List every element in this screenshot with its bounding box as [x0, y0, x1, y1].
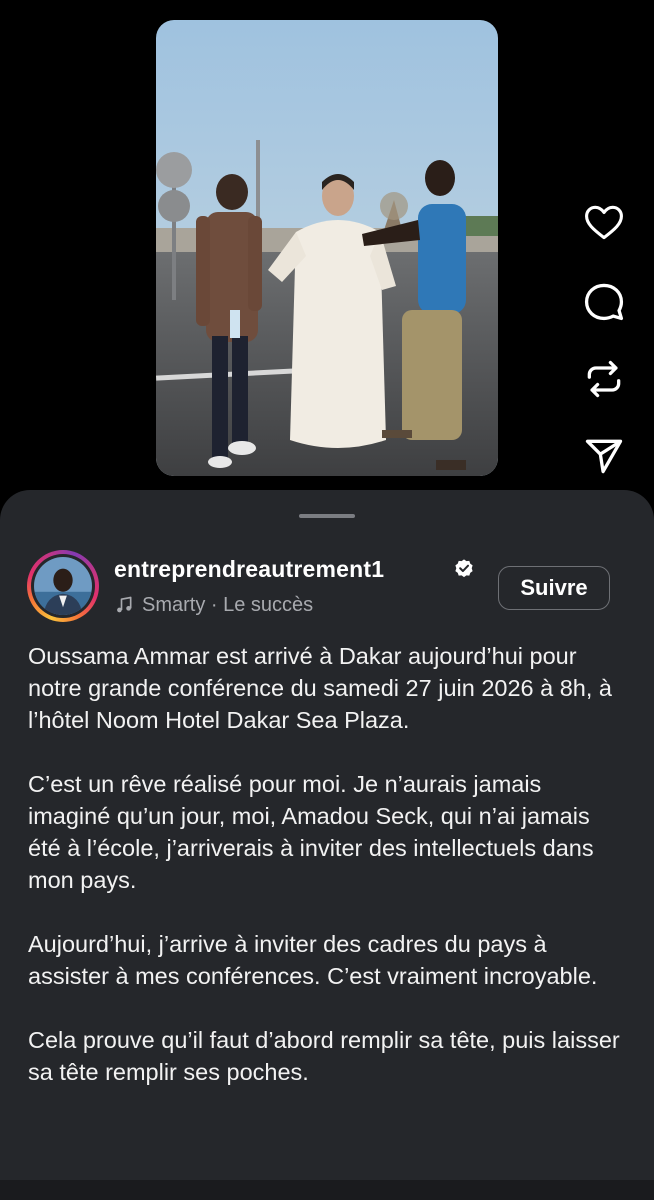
music-separator: ·: [205, 593, 224, 616]
music-title: Le succès: [223, 593, 314, 616]
repost-button[interactable]: [578, 353, 630, 405]
like-button[interactable]: [578, 196, 630, 248]
send-icon: [585, 439, 623, 474]
sheet-drag-handle[interactable]: [299, 514, 355, 518]
avatar[interactable]: [27, 550, 99, 622]
caption-paragraph: Oussama Ammar est arrivé à Dakar aujourd…: [28, 643, 613, 733]
share-button[interactable]: [578, 430, 630, 482]
bottom-edge: [0, 1180, 654, 1200]
comment-button[interactable]: [578, 275, 630, 327]
caption-paragraph: Aujourd’hui, j’arrive à inviter des cadr…: [28, 931, 598, 989]
reel-video[interactable]: [156, 20, 498, 476]
profile-photo: [34, 557, 92, 615]
reel-photo: [156, 20, 498, 476]
caption-paragraph: Cela prouve qu’il faut d’abord remplir s…: [28, 1027, 620, 1085]
repost-icon: [587, 360, 621, 398]
music-artist: Smarty: [142, 593, 206, 616]
post-caption: Oussama Ammar est arrivé à Dakar aujourd…: [28, 640, 628, 1120]
music-note-icon: [117, 596, 132, 613]
follow-button[interactable]: Suivre: [498, 566, 610, 610]
music-attribution[interactable]: Smarty · Le succès: [114, 592, 313, 618]
caption-paragraph: C’est un rêve réalisé pour moi. Je n’aur…: [28, 771, 594, 893]
heart-icon: [585, 205, 623, 240]
post-details-sheet: entreprendreautrement1 Smarty · Le succè…: [0, 490, 654, 1200]
verified-badge-icon: [455, 559, 473, 578]
username[interactable]: entreprendreautrement1: [114, 556, 384, 583]
comment-bubble-icon: [584, 283, 624, 321]
